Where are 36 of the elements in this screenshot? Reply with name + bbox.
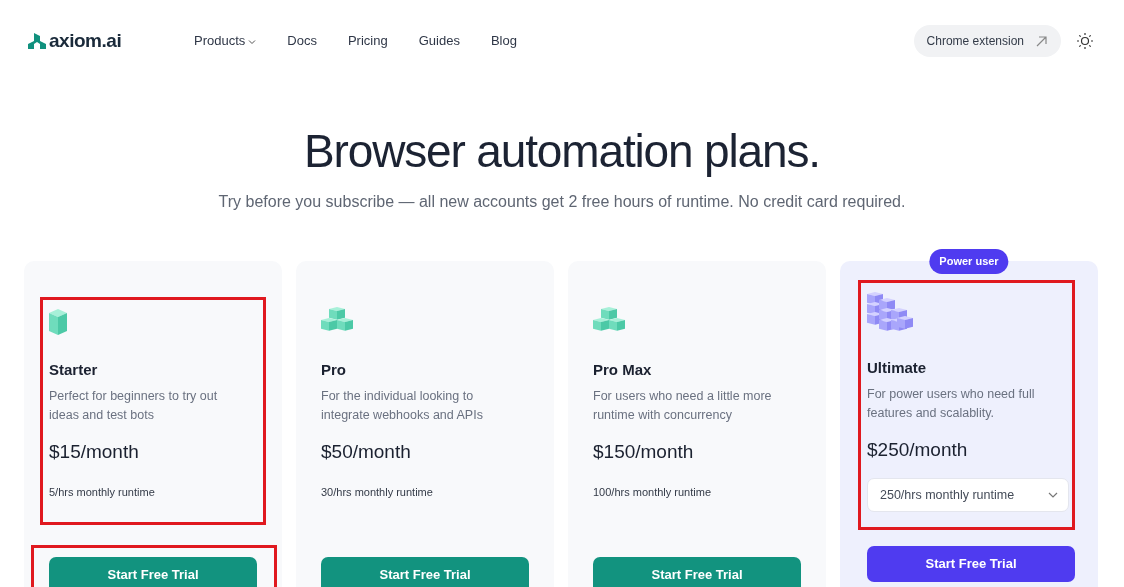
plan-description: For the individual looking to integrate webhooks and APIs: [321, 387, 484, 424]
page-subtitle: Try before you subscribe — all new accounts get 2 free hours of runtime. No credit card required.: [218, 192, 906, 212]
page-title: Browser automation plans.: [304, 126, 820, 176]
block-icon: [49, 309, 67, 335]
plan-description: For users who need a little more runtime with concurrency: [593, 387, 773, 424]
start-trial-button[interactable]: Start Free Trial: [593, 556, 801, 587]
plan-price: $150/month: [593, 439, 695, 464]
chevron-down-icon: [248, 39, 257, 45]
plan-price: $50/month: [321, 439, 412, 464]
chevron-down-icon: [1048, 492, 1058, 498]
nav-link[interactable]: Guides: [418, 31, 460, 51]
external-arrow-icon: [1036, 35, 1047, 47]
start-trial-button[interactable]: Start Free Trial: [49, 556, 257, 587]
plan-name: Pro Max: [593, 360, 653, 380]
plan-price: $250/month: [867, 437, 969, 462]
plan-runtime: 5/hrs monthly runtime: [49, 485, 156, 500]
theme-toggle-icon[interactable]: [1076, 32, 1094, 50]
nav-link[interactable]: Pricing: [347, 31, 388, 51]
start-trial-button[interactable]: Start Free Trial: [867, 546, 1075, 582]
runtime-select[interactable]: 250/hrs monthly runtime: [867, 478, 1069, 512]
plan-description: For power users who need full features and scalablity.: [867, 385, 1036, 422]
nav-link[interactable]: Blog: [490, 31, 517, 51]
plan-name: Ultimate: [867, 358, 928, 378]
plan-description: Perfect for beginners to try out ideas and test bots: [49, 387, 219, 424]
nav-link[interactable]: Products: [194, 31, 257, 51]
plan-name: Pro: [321, 360, 347, 380]
plan-name: Starter: [49, 360, 99, 380]
plan-badge: Power user: [929, 249, 1009, 274]
logo-text: axiom.ai: [49, 28, 122, 53]
nav-link[interactable]: Docs: [287, 31, 317, 51]
plan-price: $15/month: [49, 439, 140, 464]
plan-runtime: 100/hrs monthly runtime: [593, 485, 712, 500]
start-trial-button[interactable]: Start Free Trial: [321, 556, 529, 587]
extension-button[interactable]: Chrome extension: [913, 25, 1061, 57]
plan-runtime: 30/hrs monthly runtime: [321, 485, 434, 500]
logo-icon: [28, 33, 46, 49]
